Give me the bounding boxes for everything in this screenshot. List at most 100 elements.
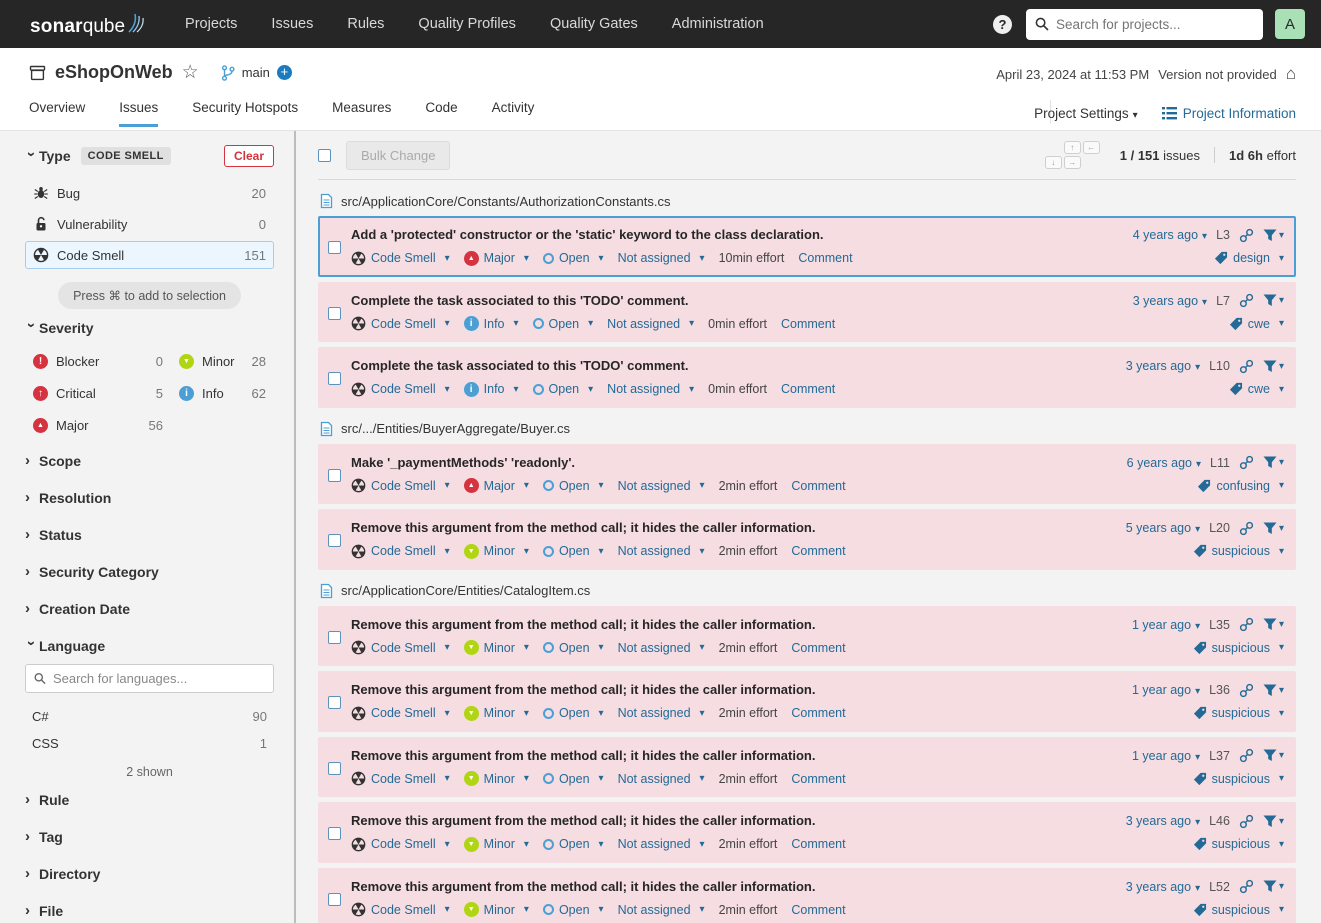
comment-link[interactable]: Comment [781, 382, 835, 396]
issue-row[interactable]: Remove this argument from the method cal… [318, 736, 1296, 797]
facet-creation-date[interactable]: › Creation Date [25, 590, 274, 627]
issue-tags-dropdown[interactable]: cwe [1229, 382, 1284, 396]
issue-status-dropdown[interactable]: Open [542, 772, 604, 786]
file-header[interactable]: src/ApplicationCore/Constants/Authorizat… [320, 193, 1296, 209]
issue-type-dropdown[interactable]: Code Smell [351, 640, 450, 655]
issue-severity-dropdown[interactable]: Minor [463, 705, 529, 721]
issue-title[interactable]: Remove this argument from the method cal… [351, 813, 1126, 828]
tab-measures[interactable]: Measures [332, 100, 391, 127]
issue-status-dropdown[interactable]: Open [532, 317, 594, 331]
issue-type-dropdown[interactable]: Code Smell [351, 251, 450, 266]
filter-similar-icon[interactable] [1263, 749, 1284, 762]
issue-title[interactable]: Remove this argument from the method cal… [351, 520, 1126, 535]
issue-checkbox[interactable] [328, 892, 341, 906]
permalink-icon[interactable] [1239, 814, 1254, 829]
issue-tags-dropdown[interactable]: cwe [1229, 317, 1284, 331]
home-icon[interactable]: ⌂ [1286, 64, 1296, 84]
facet-file[interactable]: › File [25, 892, 274, 923]
file-header[interactable]: src/ApplicationCore/Entities/CatalogItem… [320, 583, 1296, 599]
issue-age-dropdown[interactable]: 1 year ago [1132, 749, 1200, 763]
issue-type-dropdown[interactable]: Code Smell [351, 316, 450, 331]
issue-tags-dropdown[interactable]: suspicious [1193, 706, 1284, 720]
facet-item-blocker[interactable]: Blocker 0 [25, 348, 171, 375]
facet-item-minor[interactable]: Minor 28 [171, 348, 274, 375]
issue-title[interactable]: Remove this argument from the method cal… [351, 682, 1132, 697]
facet-language-header[interactable]: › Language [23, 627, 274, 660]
facet-item-major[interactable]: Major 56 [25, 412, 171, 439]
filter-similar-icon[interactable] [1263, 456, 1284, 469]
nav-projects[interactable]: Projects [185, 16, 237, 32]
language-search-input[interactable] [52, 671, 265, 686]
issue-severity-dropdown[interactable]: Major [463, 478, 529, 493]
permalink-icon[interactable] [1239, 521, 1254, 536]
issue-tags-dropdown[interactable]: confusing [1197, 479, 1284, 493]
issue-checkbox[interactable] [328, 630, 341, 644]
select-all-checkbox[interactable] [318, 148, 331, 162]
issue-assignee-dropdown[interactable]: Not assigned [618, 837, 705, 851]
bulk-change-button[interactable]: Bulk Change [346, 140, 451, 170]
facet-directory[interactable]: › Directory [25, 855, 274, 892]
nav-administration[interactable]: Administration [672, 16, 764, 32]
issue-title[interactable]: Add a 'protected' constructor or the 'st… [351, 227, 1133, 242]
issue-age-dropdown[interactable]: 3 years ago [1126, 359, 1200, 373]
nav-quality-gates[interactable]: Quality Gates [550, 16, 638, 32]
issue-checkbox[interactable] [328, 827, 341, 840]
favorite-star-icon[interactable]: ☆ [182, 61, 199, 84]
issue-type-dropdown[interactable]: Code Smell [351, 837, 450, 852]
project-settings-dropdown[interactable]: Project Settings [1034, 106, 1138, 121]
issue-assignee-dropdown[interactable]: Not assigned [618, 641, 705, 655]
nav-issues[interactable]: Issues [271, 16, 313, 32]
issue-row[interactable]: Complete the task associated to this 'TO… [318, 347, 1296, 408]
issue-severity-dropdown[interactable]: Info [463, 316, 519, 331]
issue-row[interactable]: Remove this argument from the method cal… [318, 867, 1296, 923]
help-icon[interactable]: ? [993, 14, 1012, 34]
permalink-icon[interactable] [1239, 359, 1254, 374]
issue-assignee-dropdown[interactable]: Not assigned [607, 317, 694, 331]
issue-row[interactable]: Add a 'protected' constructor or the 'st… [318, 216, 1296, 277]
facet-type-header[interactable]: › Type CODE SMELL Clear [23, 145, 274, 167]
sonarqube-logo[interactable]: sonar qube [30, 10, 147, 38]
facet-security-category[interactable]: › Security Category [25, 553, 274, 590]
issue-age-dropdown[interactable]: 3 years ago [1126, 814, 1200, 828]
search-input[interactable] [1056, 16, 1254, 32]
issue-title[interactable]: Remove this argument from the method cal… [351, 748, 1132, 763]
issue-status-dropdown[interactable]: Open [542, 706, 604, 720]
filter-similar-icon[interactable] [1263, 360, 1284, 373]
issue-assignee-dropdown[interactable]: Not assigned [607, 382, 694, 396]
filter-similar-icon[interactable] [1263, 294, 1284, 307]
issue-assignee-dropdown[interactable]: Not assigned [618, 706, 705, 720]
issue-tags-dropdown[interactable]: suspicious [1193, 641, 1284, 655]
permalink-icon[interactable] [1239, 748, 1254, 763]
comment-link[interactable]: Comment [791, 706, 845, 720]
issue-checkbox[interactable] [328, 761, 341, 775]
filter-similar-icon[interactable] [1263, 229, 1284, 242]
issue-type-dropdown[interactable]: Code Smell [351, 902, 450, 917]
issue-status-dropdown[interactable]: Open [542, 641, 604, 655]
issue-status-dropdown[interactable]: Open [542, 479, 604, 493]
comment-link[interactable]: Comment [791, 772, 845, 786]
issue-tags-dropdown[interactable]: suspicious [1193, 903, 1284, 917]
issue-checkbox[interactable] [328, 372, 341, 385]
nav-rules[interactable]: Rules [347, 16, 384, 32]
issue-assignee-dropdown[interactable]: Not assigned [618, 544, 705, 558]
issue-severity-dropdown[interactable]: Minor [463, 771, 529, 786]
facet-status[interactable]: › Status [25, 516, 274, 553]
issue-severity-dropdown[interactable]: Major [463, 250, 529, 266]
comment-link[interactable]: Comment [791, 837, 845, 851]
nav-quality-profiles[interactable]: Quality Profiles [418, 16, 516, 32]
permalink-icon[interactable] [1239, 293, 1254, 308]
filter-similar-icon[interactable] [1263, 880, 1284, 893]
issue-tags-dropdown[interactable]: design [1214, 251, 1284, 265]
facet-item-css[interactable]: CSS 1 [25, 730, 274, 757]
issue-row[interactable]: Make '_paymentMethods' 'readonly'. 6 yea… [318, 443, 1296, 504]
permalink-icon[interactable] [1239, 879, 1254, 894]
issue-assignee-dropdown[interactable]: Not assigned [618, 251, 705, 265]
filter-similar-icon[interactable] [1263, 815, 1284, 828]
tab-issues[interactable]: Issues [119, 100, 159, 127]
issue-title[interactable]: Remove this argument from the method cal… [351, 879, 1126, 894]
tab-security-hotspots[interactable]: Security Hotspots [192, 100, 298, 127]
tab-activity[interactable]: Activity [492, 100, 535, 127]
comment-link[interactable]: Comment [798, 251, 852, 265]
issue-type-dropdown[interactable]: Code Smell [351, 771, 450, 786]
comment-link[interactable]: Comment [781, 317, 835, 331]
